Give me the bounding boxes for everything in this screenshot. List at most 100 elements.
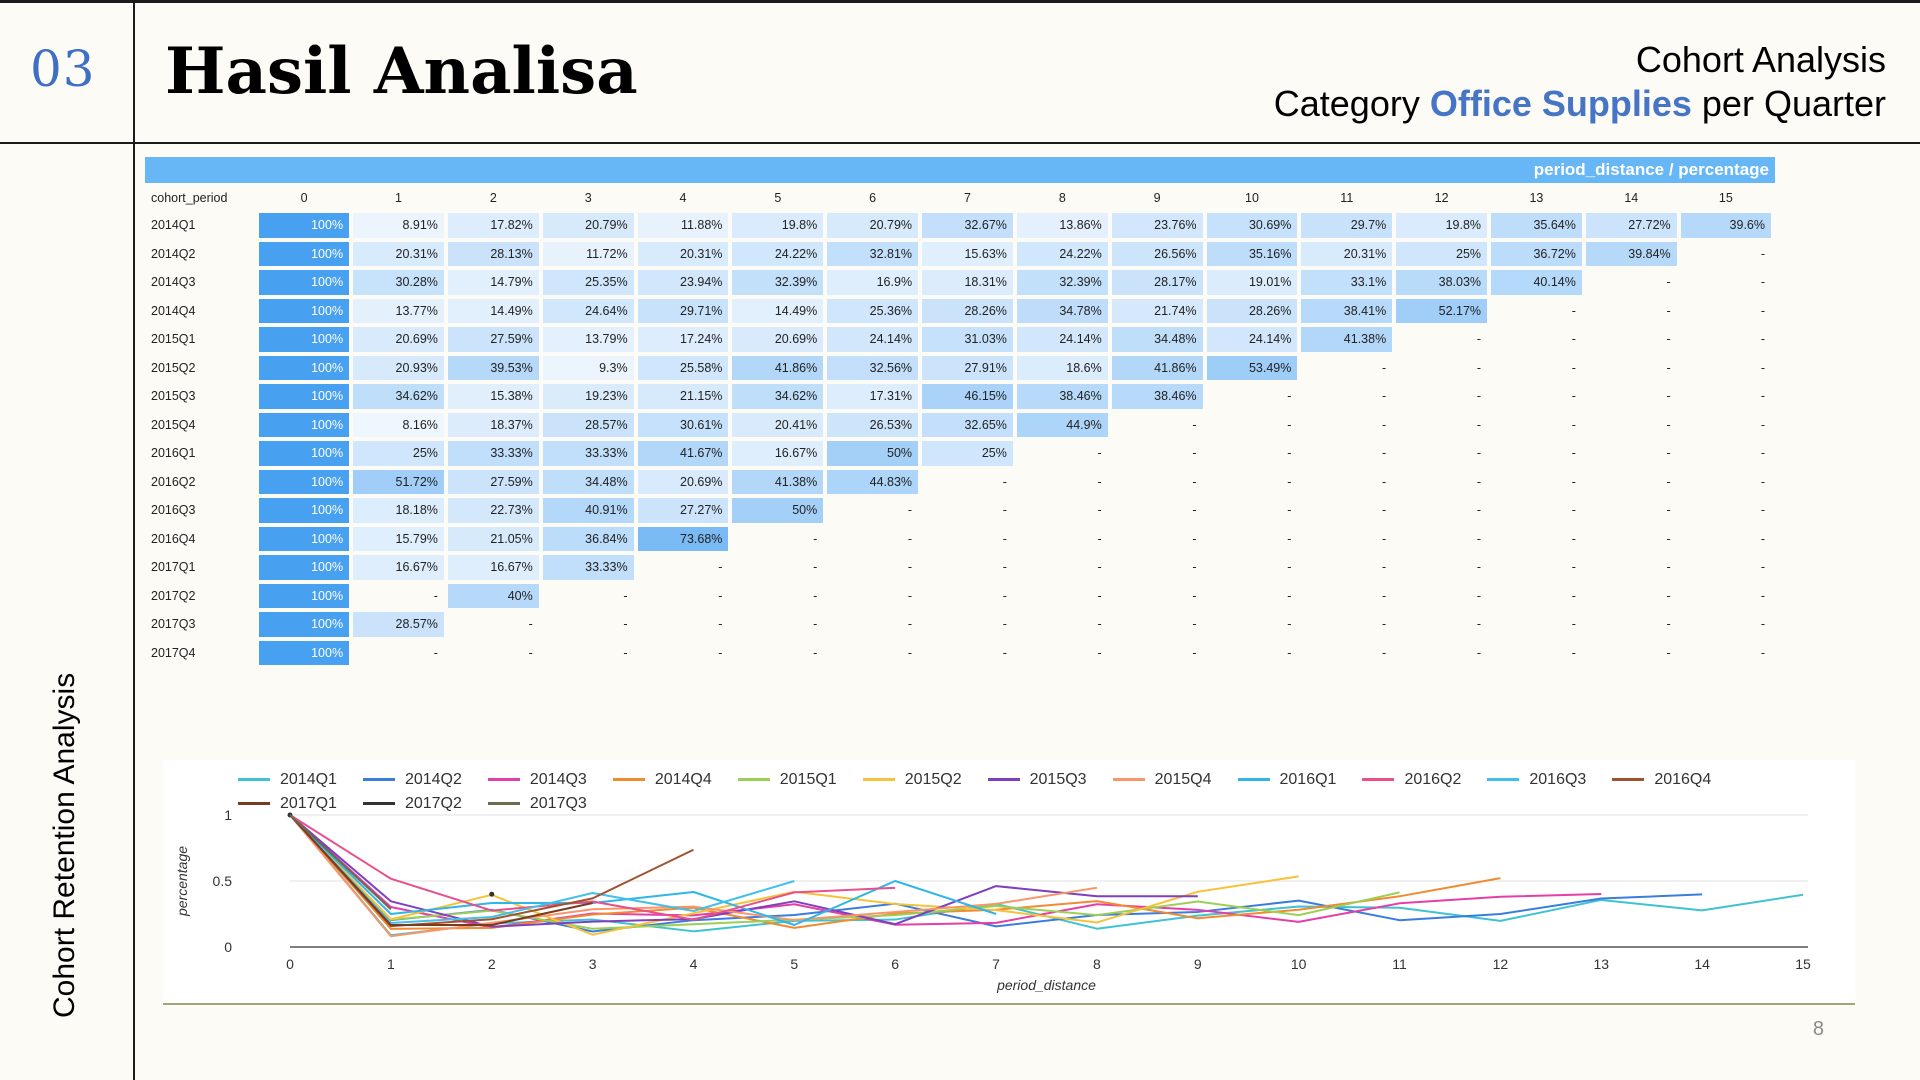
table-cell: 53.49% [1206,355,1298,380]
table-cell: 41.86% [732,355,824,380]
table-cell: 21.05% [447,526,539,551]
cohort-table-header-bar: period_distance / percentage [145,157,1775,183]
table-cell: - [1760,474,1765,489]
column-header: 6 [869,191,877,205]
column-header: 5 [774,191,782,205]
x-tick-label: 13 [1593,956,1609,972]
table-cell: - [1287,503,1292,518]
table-row: 2016Q1 100% 25% 33.33% 33.33% 41.67% 16.67% 50%… [145,441,1771,466]
x-tick-label: 5 [790,956,798,972]
row-header-label: cohort_period [151,191,228,205]
table-cell: 20.79% [827,213,919,238]
table-row: 2017Q3 100% 28.57% - - - - - - - - - - - - - - [145,612,1771,637]
table-cell: 18.37% [447,412,539,437]
table-cell: 100% [259,469,350,494]
table-cell: - [1571,360,1576,375]
table-cell: 32.39% [732,270,824,295]
table-cell: - [1097,474,1102,489]
table-cell: 13.86% [1016,213,1108,238]
table-cell: - [718,588,723,603]
table-cell: - [1192,503,1197,518]
table-cell: 18.31% [922,270,1013,295]
column-header: 10 [1245,191,1259,205]
table-cell: - [1097,503,1102,518]
subtitle-highlight: Office Supplies [1429,83,1692,124]
table-cell: - [1097,446,1102,461]
table-cell: - [1666,531,1671,546]
table-cell: - [1760,588,1765,603]
table-cell: - [1476,531,1482,546]
table-cell: - [1287,474,1292,489]
x-tick-label: 11 [1392,956,1407,972]
table-cell: - [1287,389,1292,404]
table-cell: - [1666,503,1671,518]
table-cell: - [1571,474,1576,489]
cohort-label: 2016Q4 [151,531,196,546]
table-row: 2014Q4 100% 13.77% 14.49% 24.64% 29.71% 14.49%… [145,298,1771,323]
table-cell: - [1382,446,1387,461]
table-cell: - [1002,617,1007,632]
table-cell: - [907,617,913,632]
side-label: Cohort Retention Analysis [48,672,81,1018]
table-cell: - [1760,531,1765,546]
table-cell: - [1476,588,1482,603]
side-divider [133,0,135,1080]
table-cell: - [1097,531,1102,546]
column-header: 13 [1529,191,1544,205]
table-cell: - [1287,645,1292,660]
table-cell: 46.15% [922,384,1013,409]
cohort-label: 2014Q2 [151,246,196,261]
table-cell: - [1002,531,1007,546]
table-cell: - [1476,332,1482,347]
table-cell: - [907,531,913,546]
x-tick-label: 14 [1694,956,1710,972]
table-cell: - [907,645,913,660]
table-cell: 27.59% [447,469,539,494]
table-cell: - [1476,503,1482,518]
table-cell: 26.56% [1111,241,1203,266]
table-cell: - [1382,389,1387,404]
column-header: 9 [1153,191,1161,205]
table-cell: 16.67% [732,441,824,466]
table-cell: - [1571,531,1576,546]
table-cell: - [1192,446,1197,461]
table-cell: - [1760,275,1765,290]
table-cell: - [1571,303,1576,318]
cohort-label: 2017Q3 [151,617,196,632]
table-cell: 40% [447,583,539,608]
table-cell: - [1571,446,1576,461]
table-cell: - [1287,617,1292,632]
table-cell: 11.72% [542,241,634,266]
x-axis-label: period_distance [996,977,1096,993]
x-tick-label: 7 [992,956,1000,972]
table-cell: 40.91% [542,498,634,523]
cohort-label: 2017Q4 [151,645,196,660]
table-cell: - [1476,446,1482,461]
table-cell: 19.23% [542,384,634,409]
y-axis-label: percentage [174,846,190,917]
header-divider [0,142,1920,144]
table-cell: - [1571,417,1576,432]
table-cell: 13.77% [353,298,444,323]
table-cell: 32.56% [827,355,919,380]
x-tick-label: 4 [690,956,698,972]
column-header: 14 [1624,191,1639,205]
table-cell: 16.9% [827,270,919,295]
table-cell: 44.83% [827,469,919,494]
column-header: 4 [679,191,687,205]
table-cell: - [1760,503,1765,518]
table-cell: 24.64% [542,298,634,323]
table-cell: - [1760,332,1765,347]
series-point [489,891,495,897]
table-row: 2017Q4 100% - - - - - - - - - - - - - - - [145,640,1771,665]
cohort-label: 2015Q2 [151,360,196,375]
table-cell: - [1476,617,1482,632]
page-number: 8 [1812,1018,1824,1040]
table-cell: - [1382,360,1387,375]
table-cell: 52.17% [1396,298,1488,323]
table-cell: - [1571,389,1576,404]
table-row: 2014Q1 100% 8.91% 17.82% 20.79% 11.88% 19.8% 20… [145,213,1771,238]
table-cell: - [1192,645,1197,660]
y-tick-label: 0 [224,939,232,955]
table-cell: 38.41% [1301,298,1393,323]
